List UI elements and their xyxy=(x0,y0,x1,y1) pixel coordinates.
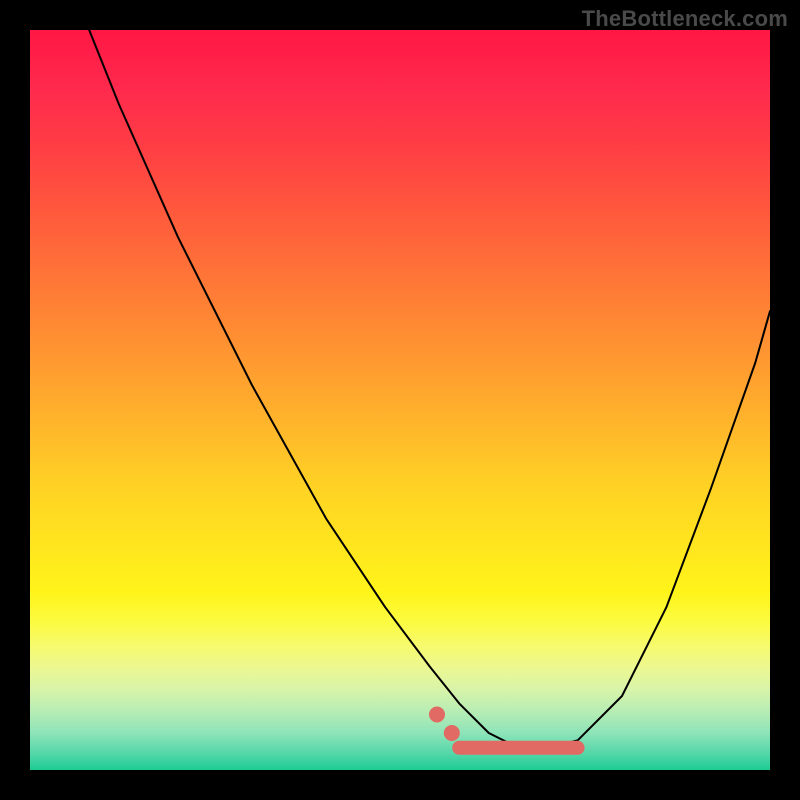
page-root: TheBottleneck.com xyxy=(0,0,800,800)
chart-svg xyxy=(30,30,770,770)
marker-dots xyxy=(429,707,460,742)
marker-dot xyxy=(429,707,445,723)
bottleneck-curve xyxy=(89,30,770,748)
marker-dot xyxy=(444,725,460,741)
plot-area xyxy=(30,30,770,770)
watermark-text: TheBottleneck.com xyxy=(582,6,788,32)
chart-curves xyxy=(89,30,770,748)
